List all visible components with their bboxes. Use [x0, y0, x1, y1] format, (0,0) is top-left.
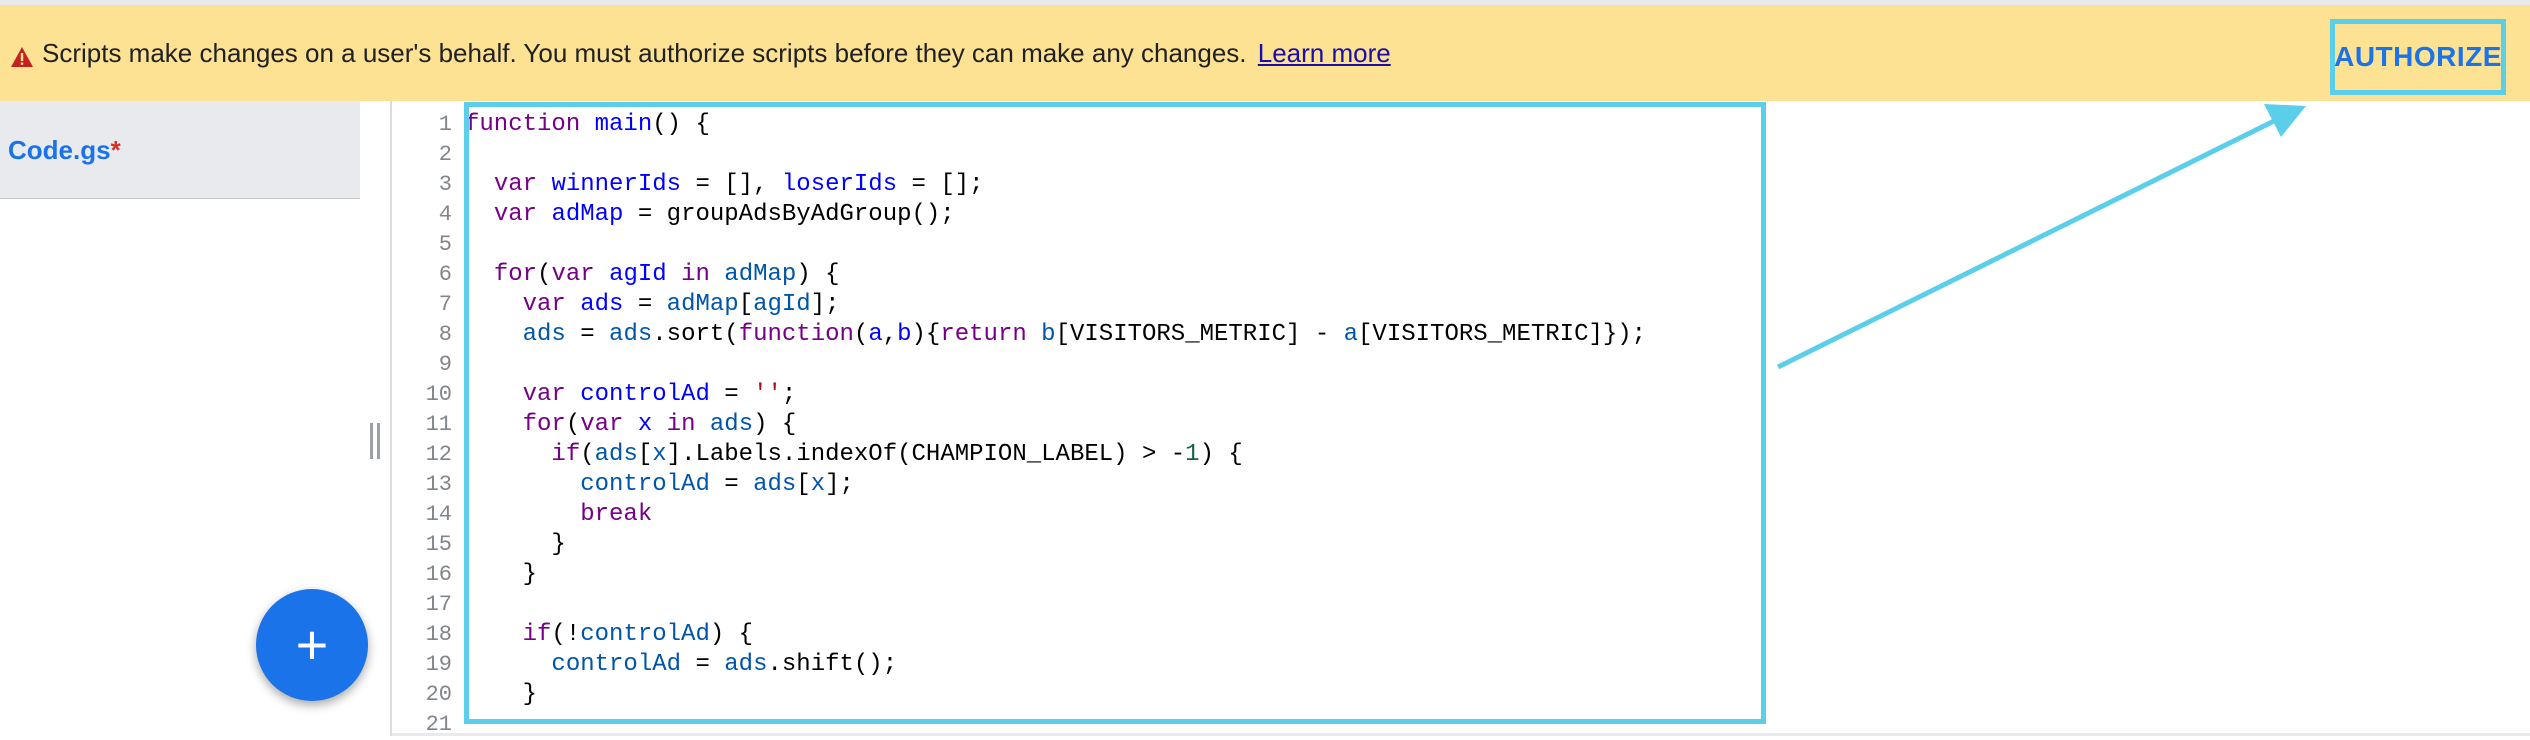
learn-more-link[interactable]: Learn more — [1258, 38, 1391, 68]
code-line: break — [580, 501, 653, 528]
line-number: 19 — [425, 652, 452, 677]
authorization-banner: Scripts make changes on a user's behalf.… — [0, 5, 2530, 101]
authorize-button[interactable]: AUTHORIZE — [2330, 19, 2506, 95]
code-line: for(var x in ads) { — [522, 411, 797, 438]
sidebar-resize-handle[interactable] — [367, 423, 383, 459]
line-number: 9 — [438, 352, 452, 377]
banner-message-text: Scripts make changes on a user's behalf.… — [42, 38, 1247, 68]
line-number: 5 — [438, 232, 452, 257]
code-line: var controlAd = ''; — [522, 381, 797, 408]
code-line: controlAd = ads.shift(); — [551, 651, 898, 678]
code-line: } — [465, 561, 538, 588]
line-number: 1 — [438, 112, 452, 137]
file-item-code-gs[interactable]: Code.gs* — [0, 101, 360, 199]
line-number: 3 — [438, 172, 452, 197]
warning-icon — [11, 47, 33, 67]
line-number: 10 — [425, 382, 452, 407]
line-number: 16 — [425, 562, 452, 587]
banner-message: Scripts make changes on a user's behalf.… — [42, 5, 1391, 101]
code-line: if(!controlAd) { — [522, 621, 754, 648]
code-line: if(ads[x].Labels.indexOf(CHAMPION_LABEL)… — [551, 441, 1243, 468]
line-number: 12 — [425, 442, 452, 467]
line-number: 2 — [438, 142, 452, 167]
add-file-button[interactable]: + — [256, 589, 368, 701]
line-number: 7 — [438, 292, 452, 317]
file-sidebar: Code.gs* + — [0, 101, 392, 736]
line-number-gutter: 1 2 3 4 5 6 7 8 9 10 11 12 13 14 15 16 1… — [394, 101, 460, 737]
code-line: } — [465, 681, 538, 708]
line-number: 14 — [425, 502, 452, 527]
line-number: 4 — [438, 202, 452, 227]
code-line: function main() { — [465, 111, 710, 138]
code-line: var ads = adMap[agId]; — [522, 291, 840, 318]
code-line: var adMap = groupAdsByAdGroup(); — [493, 201, 955, 228]
code-line: } — [465, 531, 566, 558]
line-number: 20 — [425, 682, 452, 707]
code-line: var winnerIds = [], loserIds = []; — [493, 171, 984, 198]
code-line: controlAd = ads[x]; — [580, 471, 854, 498]
code-line: ads = ads.sort(function(a,b){return b[VI… — [522, 321, 1647, 348]
line-number: 13 — [425, 472, 452, 497]
line-number: 6 — [438, 262, 452, 287]
code-line: for(var agId in adMap) { — [493, 261, 840, 288]
unsaved-marker: * — [110, 135, 121, 165]
line-number: 8 — [438, 322, 452, 347]
file-name: Code.gs — [8, 135, 111, 165]
code-editor[interactable]: function main() { var winnerIds = [], lo… — [465, 101, 2465, 736]
line-number: 18 — [425, 622, 452, 647]
line-number: 15 — [425, 532, 452, 557]
line-number: 11 — [425, 412, 452, 437]
line-number: 17 — [425, 592, 452, 617]
